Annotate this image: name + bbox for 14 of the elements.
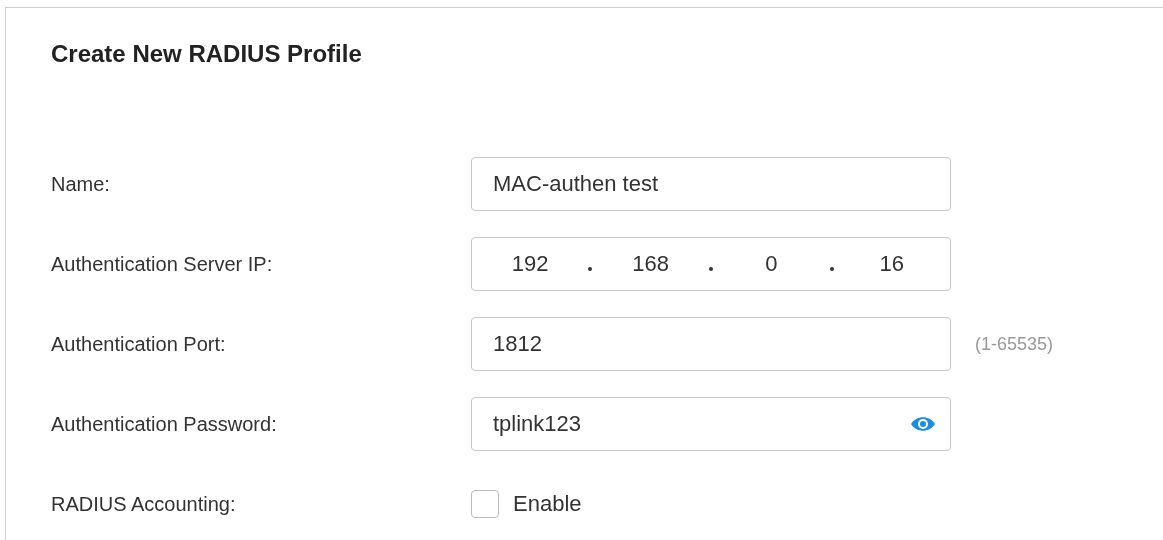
eye-icon[interactable]: [910, 415, 936, 433]
checkbox-label: Enable: [513, 491, 582, 517]
input-field[interactable]: 1812: [471, 317, 951, 371]
range-hint: (1-65535): [975, 333, 1054, 355]
field-label: RADIUS Accounting:: [51, 492, 237, 516]
field-label: Authentication Password:: [51, 412, 278, 436]
field-label: Authentication Port:: [51, 332, 227, 356]
field-label: Authentication Server IP:: [51, 252, 274, 276]
ip-address-field[interactable]: 192 168 0 16: [471, 237, 951, 291]
field-label: Name:: [51, 172, 111, 196]
input-field[interactable]: MAC-authen test: [471, 157, 951, 211]
password-field[interactable]: tplink123: [471, 397, 951, 451]
checkbox[interactable]: [471, 490, 499, 518]
form-title: Create New RADIUS Profile: [50, 39, 363, 69]
